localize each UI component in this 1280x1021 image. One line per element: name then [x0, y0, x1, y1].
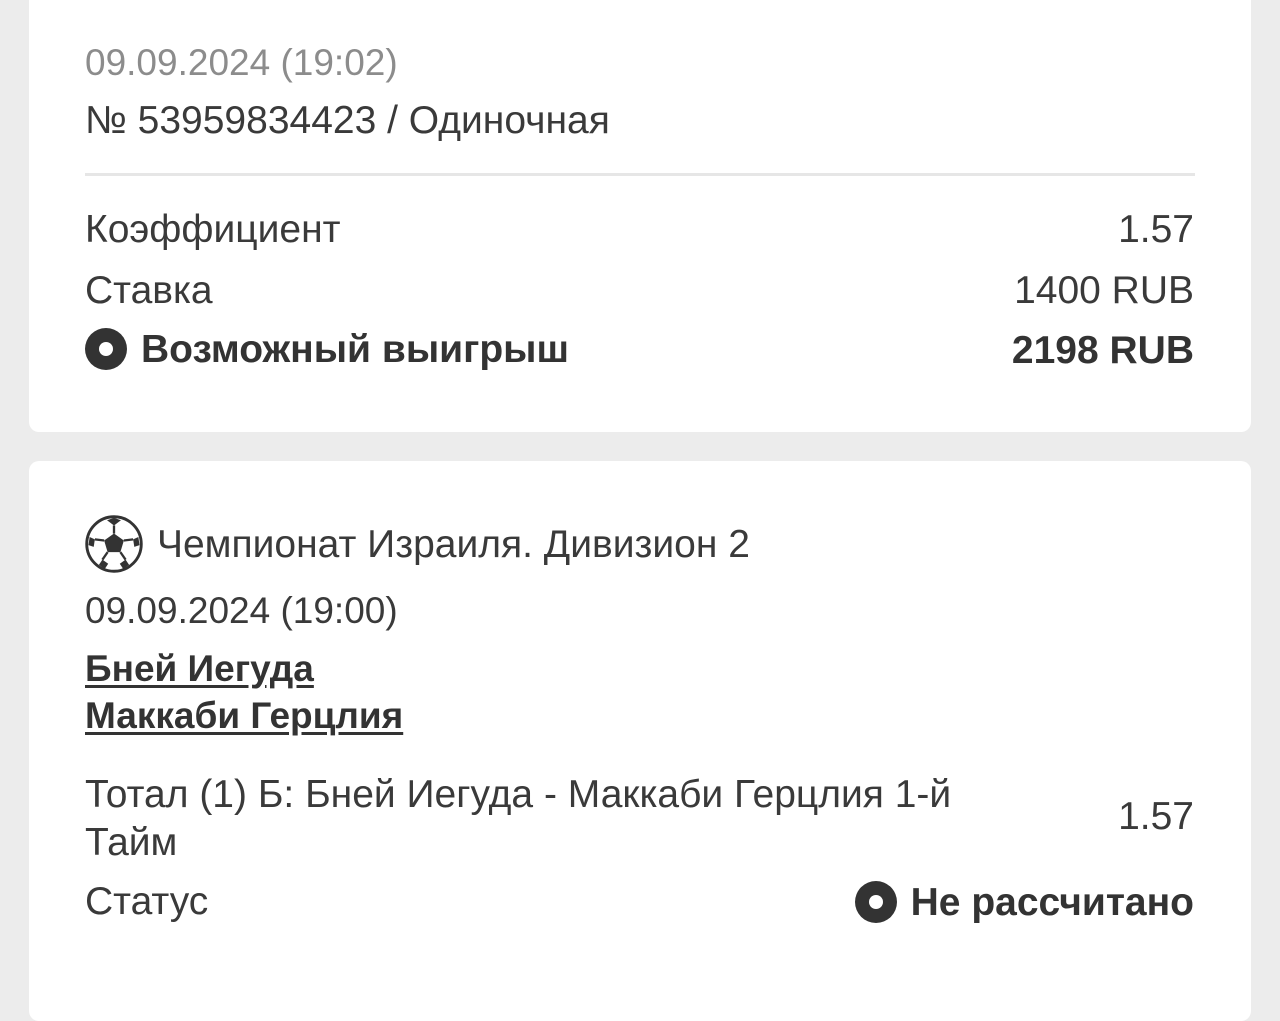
market-coefficient: 1.57 — [1118, 795, 1194, 838]
coefficient-label: Коэффициент — [85, 208, 341, 251]
possible-win-label: Возможный выигрыш — [141, 327, 569, 371]
league-row: Чемпионат Израиля. Дивизион 2 — [85, 515, 750, 573]
possible-win-value: 2198 RUB — [1011, 329, 1194, 372]
coefficient-value: 1.57 — [1118, 208, 1194, 251]
stake-label: Ставка — [85, 269, 213, 312]
bet-summary-card: 09.09.2024 (19:02) № 53959834423 / Одино… — [29, 0, 1251, 432]
market-description: Тотал (1) Б: Бней Иегуда - Маккаби Герцл… — [85, 773, 952, 864]
team-home-link[interactable]: Бней Иегуда — [85, 650, 314, 687]
league-name: Чемпионат Израиля. Дивизион 2 — [157, 522, 750, 566]
stake-value: 1400 RUB — [1014, 269, 1194, 312]
bet-number-type: № 53959834423 / Одиночная — [85, 99, 610, 142]
possible-win-row: Возможный выигрыш — [85, 328, 569, 370]
divider — [85, 173, 1195, 176]
radio-dot-icon — [854, 881, 897, 923]
status-value: Не рассчитано — [910, 880, 1194, 924]
radio-dot-icon — [85, 328, 127, 370]
status-label: Статус — [85, 880, 209, 923]
event-card: Чемпионат Израиля. Дивизион 2 09.09.2024… — [29, 461, 1251, 1021]
status-value-row: Не рассчитано — [854, 880, 1194, 924]
bet-placed-datetime: 09.09.2024 (19:02) — [85, 42, 398, 83]
team-away-link[interactable]: Маккаби Герцлия — [85, 697, 403, 734]
soccer-ball-icon — [85, 515, 143, 573]
match-datetime: 09.09.2024 (19:00) — [85, 590, 398, 631]
